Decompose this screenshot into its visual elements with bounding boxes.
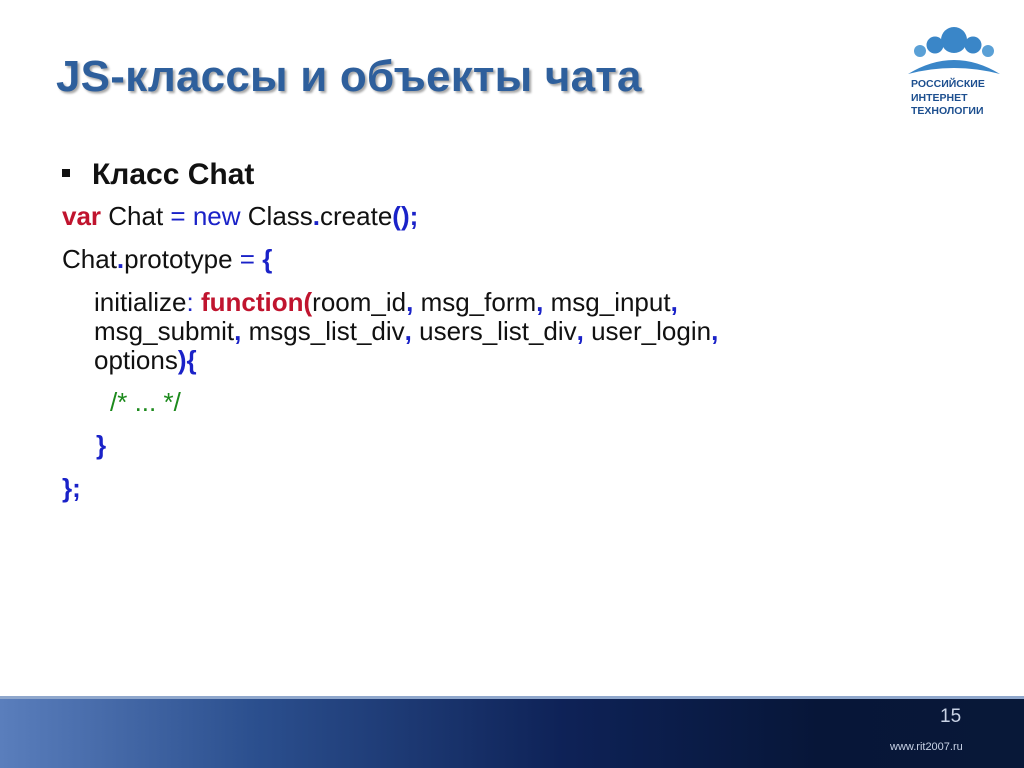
code-line-8: }; — [62, 473, 81, 503]
footer-divider — [0, 696, 1024, 699]
code-line-5: options){ — [94, 345, 197, 375]
bullet-text: Класс Chat — [92, 158, 255, 191]
code-line-2: Chat.prototype = { — [62, 244, 273, 274]
slide-title: JS-классы и объекты чата — [56, 52, 642, 101]
slide-number: 15 — [940, 706, 962, 727]
footer-band — [0, 696, 1024, 768]
code-line-4: msg_submit, msgs_list_div, users_list_di… — [94, 316, 719, 346]
people-group-icon — [908, 27, 1000, 74]
logo-text: РОССИЙСКИЕ ИНТЕРНЕТ ТЕХНОЛОГИИ — [911, 78, 985, 117]
bullet-item: Класс Chat — [62, 158, 254, 192]
square-bullet-icon — [62, 169, 70, 178]
footer-url: www.rit2007.ru — [890, 741, 963, 753]
code-line-7: } — [96, 430, 107, 460]
code-line-3: initialize: function(room_id, msg_form, … — [94, 287, 678, 317]
rit-logo: РОССИЙСКИЕ ИНТЕРНЕТ ТЕХНОЛОГИИ — [906, 24, 1002, 120]
code-line-6: /* ... */ — [110, 387, 181, 417]
code-line-1: var Chat = new Class.create(); — [62, 201, 419, 231]
